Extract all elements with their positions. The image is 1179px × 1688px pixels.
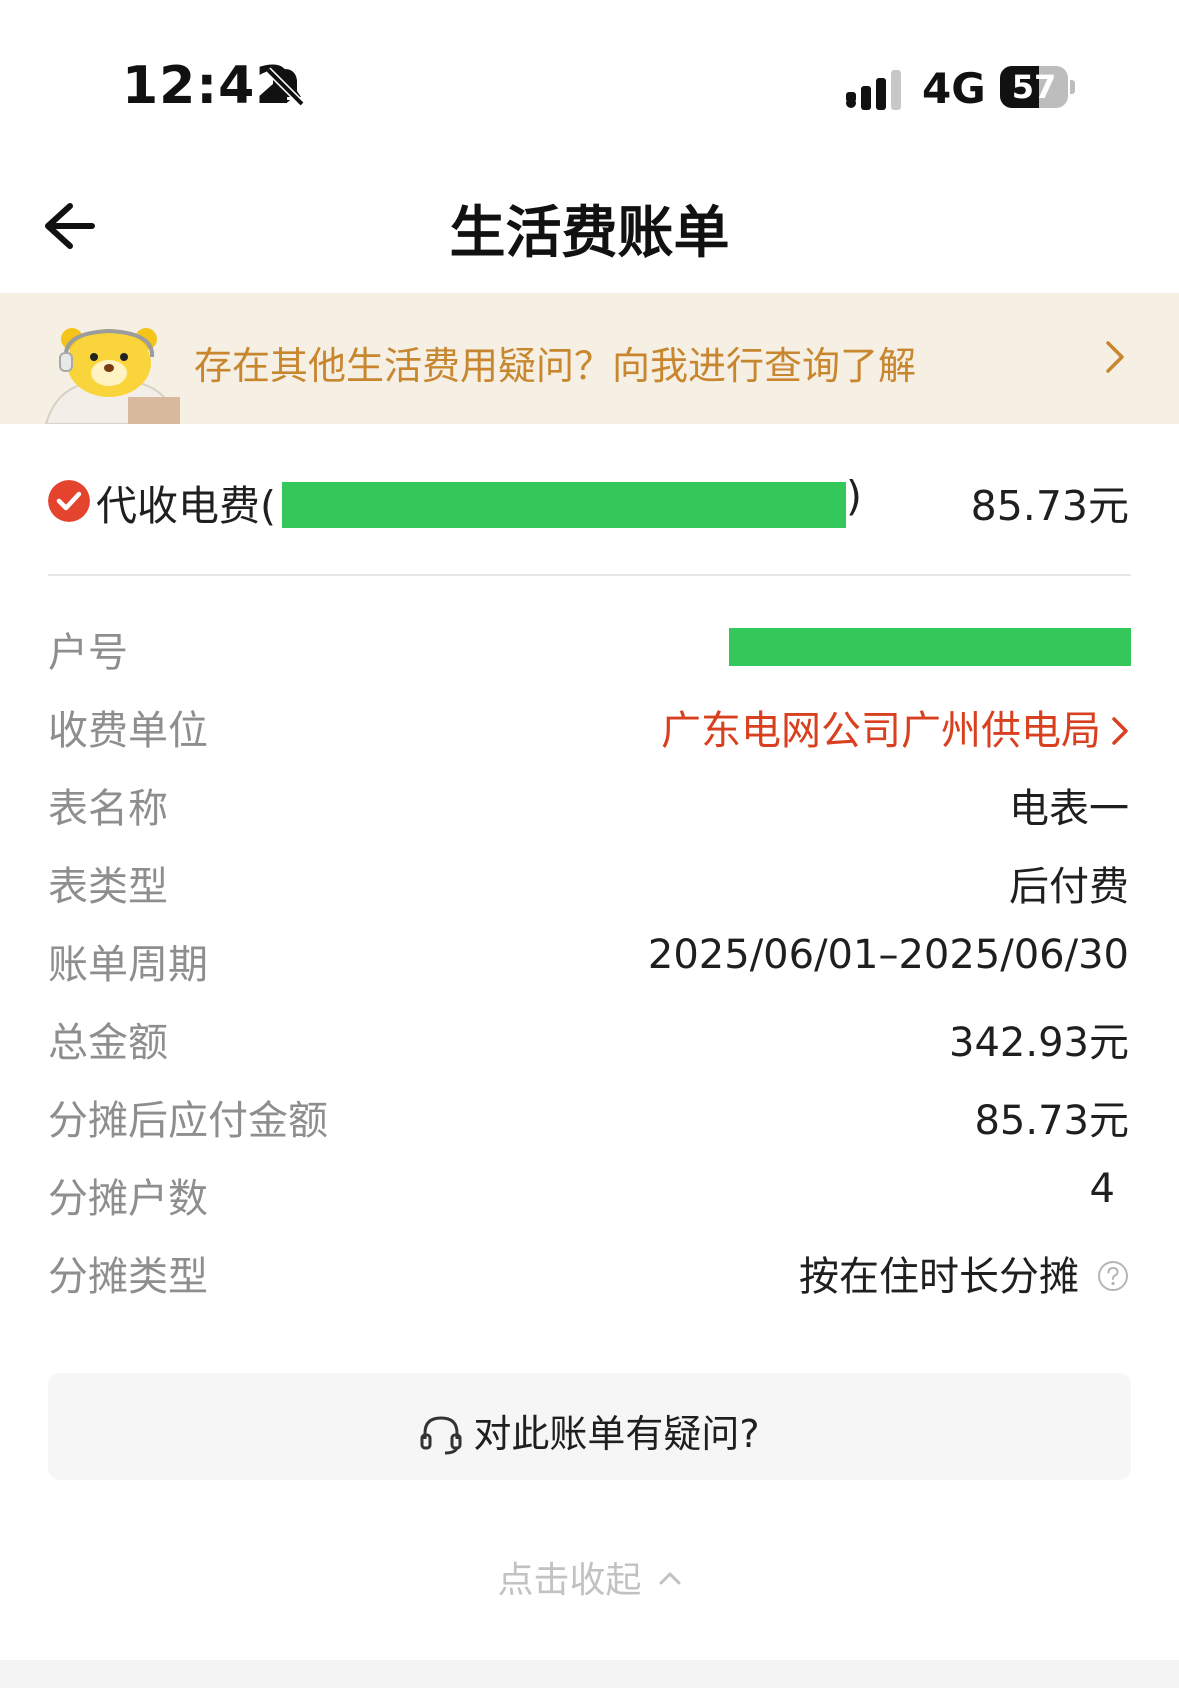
detail-label: 收费单位 (48, 708, 208, 754)
headset-icon (420, 1416, 462, 1455)
help-banner[interactable]: 存在其他生活费用疑问？向我进行查询了解 (0, 293, 1179, 424)
detail-value: 按在住时长分摊 (799, 1254, 1079, 1300)
bill-details: 户号 收费单位 广东电网公司广州供电局 表名称 电表一 表类型 后付费 账单周期… (48, 612, 1131, 1314)
bill-amount: 85.73元 (970, 482, 1129, 530)
detail-value: 342.93元 (949, 1020, 1129, 1066)
status-bar: 12:42 4G 57 (0, 0, 1179, 120)
bell-muted-icon (265, 67, 305, 107)
question-button-content: 对此账单有疑问? (48, 1403, 1131, 1458)
detail-row-share-type: 分摊类型 按在住时长分摊 (48, 1236, 1131, 1314)
payee-name: 广东电网公司广州供电局 (661, 708, 1101, 754)
detail-value: 2025/06/01–2025/06/30 (647, 932, 1129, 978)
chevron-up-icon (659, 1572, 680, 1585)
chevron-right-icon (1106, 341, 1124, 373)
detail-value: 后付费 (1009, 864, 1129, 910)
bill-title-close: ) (846, 472, 862, 520)
question-button-label: 对此账单有疑问? (473, 1412, 760, 1456)
network-type: 4G (922, 64, 986, 113)
detail-value: 4 (1089, 1166, 1115, 1212)
detail-label: 账单周期 (48, 942, 208, 988)
detail-label: 表类型 (48, 864, 168, 910)
bill-title: 代收电费( (96, 482, 276, 530)
signal-icon (846, 70, 901, 110)
detail-row-meter-type: 表类型 后付费 (48, 846, 1131, 924)
chevron-right-icon (1112, 717, 1128, 745)
detail-row-meter-name: 表名称 电表一 (48, 768, 1131, 846)
detail-row-total: 总金额 342.93元 (48, 1002, 1131, 1080)
detail-value: 85.73元 (974, 1098, 1129, 1144)
detail-label: 分摊后应付金额 (48, 1098, 328, 1144)
detail-label: 总金额 (48, 1020, 168, 1066)
nav-bar: 生活费账单 (0, 160, 1179, 290)
banner-text: 存在其他生活费用疑问？向我进行查询了解 (194, 344, 917, 388)
divider (48, 574, 1131, 576)
battery-level: 57 (1011, 68, 1057, 106)
share-type-value: 按在住时长分摊 (799, 1244, 1129, 1302)
detail-row-period: 账单周期 2025/06/01–2025/06/30 (48, 924, 1131, 1002)
collapse-toggle[interactable]: 点击收起 (0, 1551, 1179, 1603)
detail-label: 分摊类型 (48, 1254, 208, 1300)
bill-question-button[interactable]: 对此账单有疑问? (48, 1373, 1131, 1480)
detail-label: 分摊户数 (48, 1176, 208, 1222)
bill-header: 代收电费( ) 85.73元 (0, 470, 1179, 536)
payee-link[interactable]: 广东电网公司广州供电局 (661, 698, 1129, 756)
redaction-bar (729, 628, 1131, 666)
detail-row-share-amount: 分摊后应付金额 85.73元 (48, 1080, 1131, 1158)
bear-mascot-icon (44, 328, 180, 424)
detail-label: 户号 (48, 630, 128, 676)
check-circle-icon (48, 480, 90, 522)
redaction-bar (282, 482, 846, 528)
bottom-divider (0, 1660, 1179, 1688)
question-circle-icon[interactable] (1097, 1260, 1129, 1292)
detail-row-household-count: 分摊户数 4 (48, 1158, 1131, 1236)
page-title: 生活费账单 (449, 201, 730, 266)
battery-icon: 57 (1000, 66, 1076, 108)
detail-value: 电表一 (1009, 786, 1129, 832)
detail-row-account: 户号 (48, 612, 1131, 690)
collapse-label: 点击收起 (497, 1560, 642, 1601)
detail-label: 表名称 (48, 786, 168, 832)
detail-row-payee: 收费单位 广东电网公司广州供电局 (48, 690, 1131, 768)
